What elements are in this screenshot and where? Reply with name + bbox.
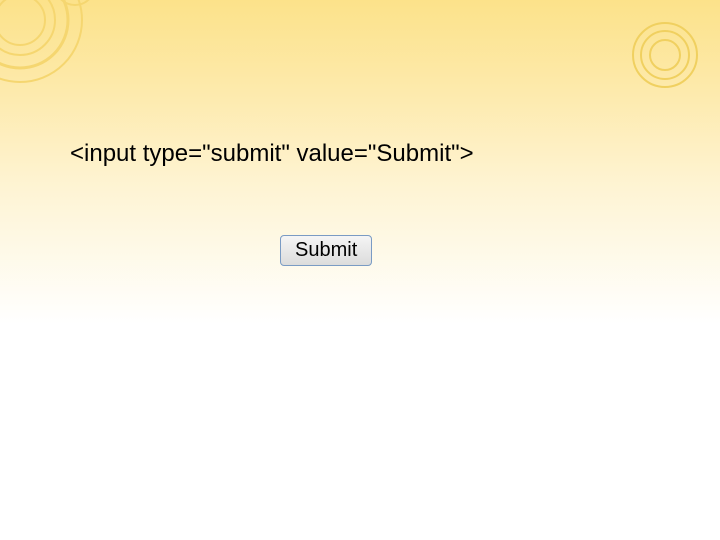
decorative-circles-top-left	[0, 0, 110, 110]
submit-button-example: Submit	[280, 235, 372, 266]
decorative-circles-top-right	[630, 20, 700, 90]
code-snippet-text: <input type="submit" value="Submit">	[70, 140, 474, 168]
submit-button[interactable]: Submit	[280, 235, 372, 266]
